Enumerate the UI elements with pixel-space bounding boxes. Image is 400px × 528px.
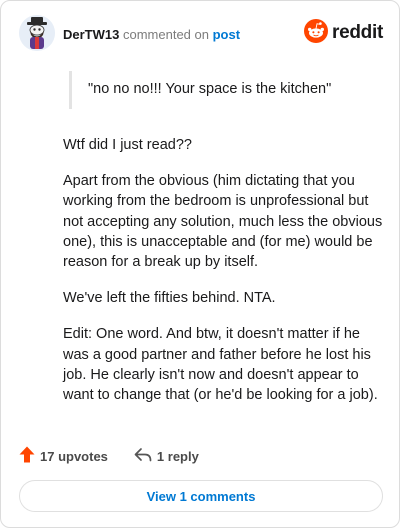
username-link[interactable]: DerTW13 <box>63 27 119 42</box>
brand-wordmark: reddit <box>332 22 383 43</box>
reply-button[interactable]: 1 reply <box>134 447 199 466</box>
comment-paragraph: We've left the fifties behind. NTA. <box>63 290 276 307</box>
comment-header: DerTW13 commented on post reddit <box>19 15 383 55</box>
comment-paragraph: Apart from the obvious (him dictating th… <box>63 173 383 271</box>
comment-actions: 17 upvotes 1 reply <box>19 446 225 466</box>
quoted-text: "no no no!!! Your space is the kitchen" <box>69 71 369 109</box>
byline: DerTW13 commented on post <box>63 27 240 43</box>
view-comments-button[interactable]: View 1 comments <box>19 480 383 512</box>
brand-logo[interactable]: reddit <box>304 18 383 48</box>
comment-paragraph: Edit: One word. And btw, it doesn't matt… <box>63 326 378 404</box>
comment-paragraph: Wtf did I just read?? <box>63 137 192 153</box>
upvote-arrow-icon <box>19 446 40 466</box>
post-link[interactable]: post <box>213 27 240 42</box>
reply-arrow-icon <box>134 447 157 466</box>
upvote-count: 17 upvotes <box>40 448 108 464</box>
action-text: commented on <box>122 27 209 42</box>
comment-body: Wtf did I just read?? Apart from the obv… <box>63 135 383 421</box>
snoo-avatar-icon[interactable] <box>19 15 55 51</box>
reddit-snoo-icon <box>304 18 329 48</box>
comment-card: DerTW13 commented on post reddit "no no … <box>0 0 400 528</box>
reply-count: 1 reply <box>156 448 199 464</box>
upvote-button[interactable]: 17 upvotes <box>19 446 108 466</box>
